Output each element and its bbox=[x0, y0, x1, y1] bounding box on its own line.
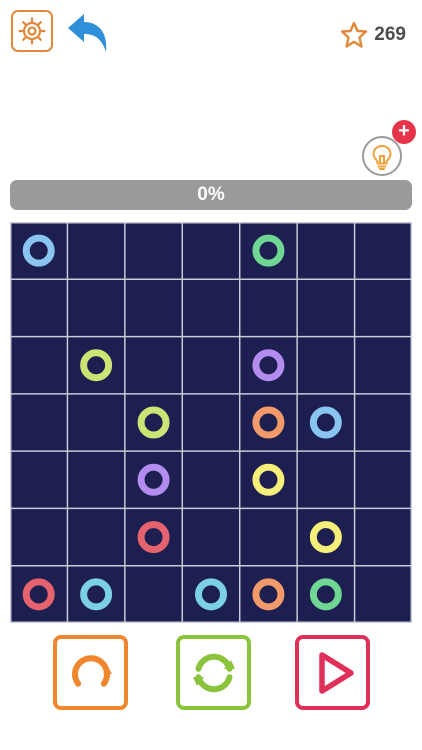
board-background bbox=[10, 222, 412, 623]
reset-icon bbox=[72, 655, 112, 687]
score-display: 269 bbox=[340, 20, 406, 50]
undo-button[interactable] bbox=[66, 12, 110, 54]
settings-button[interactable] bbox=[11, 10, 53, 52]
progress-bar: 0% bbox=[10, 180, 412, 210]
undo-arrow-icon bbox=[68, 14, 107, 52]
progress-label: 0% bbox=[197, 184, 225, 205]
play-button[interactable] bbox=[295, 635, 370, 710]
score-value: 269 bbox=[374, 24, 406, 45]
star-icon bbox=[341, 21, 368, 48]
gear-icon bbox=[18, 17, 46, 45]
hint-add-badge[interactable]: + bbox=[392, 120, 416, 144]
hint-button[interactable] bbox=[362, 136, 402, 176]
lightbulb-icon bbox=[372, 144, 392, 170]
game-board[interactable] bbox=[10, 222, 412, 623]
reset-button[interactable] bbox=[53, 635, 128, 710]
shuffle-button[interactable] bbox=[176, 635, 251, 710]
board-grid[interactable] bbox=[10, 222, 412, 623]
play-icon bbox=[319, 652, 354, 694]
shuffle-icon bbox=[193, 653, 235, 693]
